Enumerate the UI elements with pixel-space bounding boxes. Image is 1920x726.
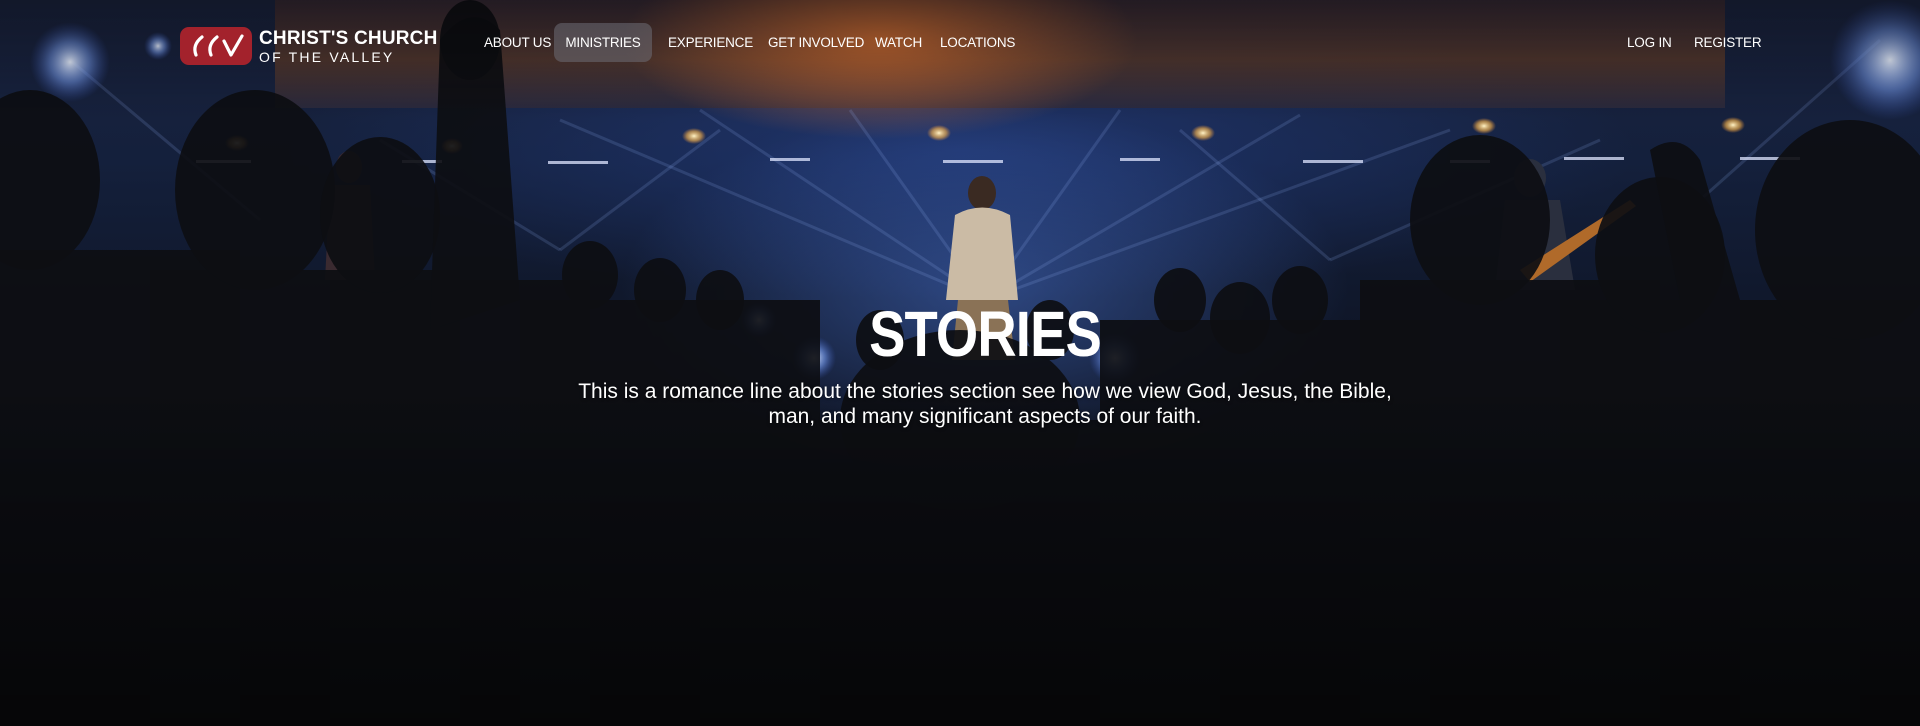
nav-item-get-involved[interactable]: GET INVOLVED bbox=[768, 23, 864, 62]
page-title: STORIES bbox=[869, 298, 1102, 370]
brand-name: CHRIST'S CHURCH OF THE VALLEY bbox=[259, 29, 438, 64]
top-navigation: CHRIST'S CHURCH OF THE VALLEY ABOUT US M… bbox=[0, 0, 1920, 86]
ccv-logo-mark-icon bbox=[180, 27, 252, 65]
brand-name-line1: CHRIST'S CHURCH bbox=[259, 27, 438, 49]
brand-logo[interactable]: CHRIST'S CHURCH OF THE VALLEY bbox=[180, 27, 438, 65]
nav-item-ministries[interactable]: MINISTRIES bbox=[554, 23, 652, 62]
nav-item-experience[interactable]: EXPERIENCE bbox=[668, 23, 753, 62]
login-link[interactable]: LOG IN bbox=[1627, 23, 1672, 62]
hero-description: This is a romance line about the stories… bbox=[578, 380, 1392, 428]
brand-name-line2: OF THE VALLEY bbox=[259, 48, 395, 65]
nav-item-watch[interactable]: WATCH bbox=[875, 23, 922, 62]
nav-item-about-us[interactable]: ABOUT US bbox=[484, 23, 551, 62]
nav-item-locations[interactable]: LOCATIONS bbox=[940, 23, 1015, 62]
register-link[interactable]: REGISTER bbox=[1694, 23, 1762, 62]
